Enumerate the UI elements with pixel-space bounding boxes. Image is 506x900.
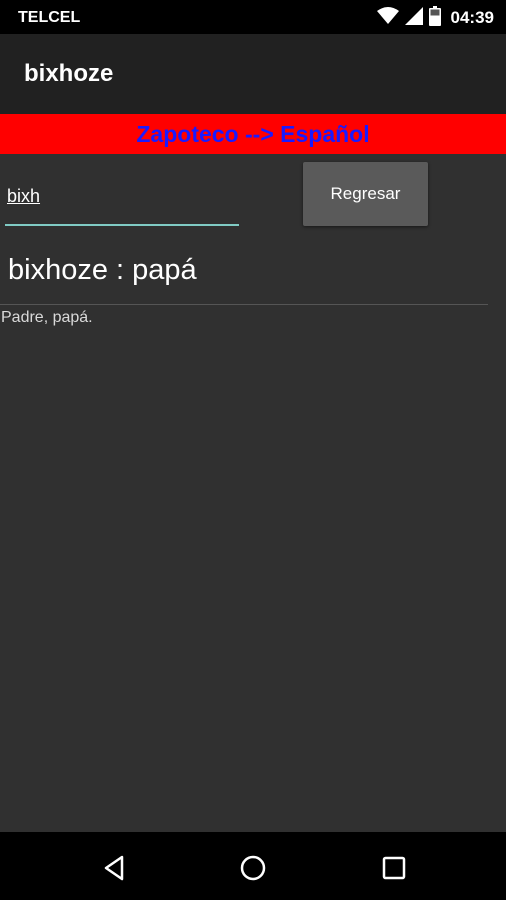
search-input[interactable] bbox=[5, 178, 239, 226]
wifi-icon bbox=[376, 6, 399, 30]
divider bbox=[0, 304, 488, 305]
regresar-button[interactable]: Regresar bbox=[303, 162, 428, 226]
home-icon[interactable] bbox=[235, 850, 271, 886]
banner-text: Zapoteco --> Español bbox=[136, 120, 370, 147]
entry-title: bixhoze : papá bbox=[8, 254, 197, 286]
signal-icon bbox=[404, 6, 423, 30]
carrier-name: TELCEL bbox=[18, 9, 81, 26]
back-icon[interactable] bbox=[96, 850, 132, 886]
status-bar: TELCEL 04:39 bbox=[0, 0, 506, 34]
recents-icon[interactable] bbox=[376, 850, 412, 886]
battery-icon bbox=[428, 5, 441, 31]
language-banner: Zapoteco --> Español bbox=[0, 114, 506, 154]
entry-definition: Padre, papá. bbox=[1, 309, 93, 326]
app-bar: bixhoze bbox=[0, 34, 506, 114]
page-title: bixhoze bbox=[24, 60, 114, 87]
clock: 04:39 bbox=[450, 8, 494, 27]
navigation-bar bbox=[0, 832, 506, 900]
status-icons: 04:39 bbox=[376, 5, 494, 31]
